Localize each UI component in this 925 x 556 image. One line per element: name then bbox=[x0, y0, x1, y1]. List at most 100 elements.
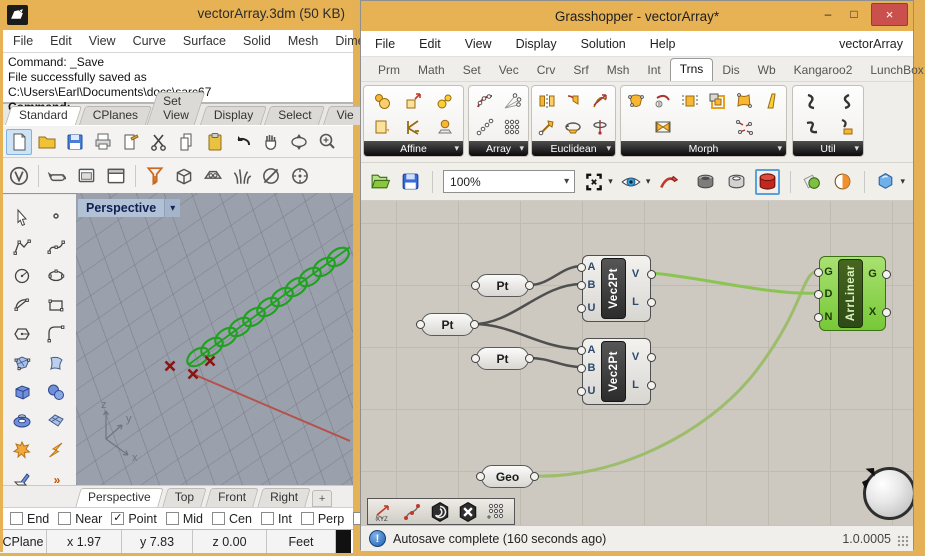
annotate-button[interactable] bbox=[118, 129, 144, 155]
output-port[interactable] bbox=[525, 354, 534, 363]
render-teapot-button[interactable] bbox=[45, 163, 71, 189]
output-port-g[interactable] bbox=[882, 270, 891, 279]
circle-tool-icon[interactable] bbox=[8, 263, 35, 289]
toolbar-tab-setview[interactable]: Set View bbox=[152, 92, 200, 125]
group-expand-icon[interactable]: ▾ bbox=[854, 143, 859, 154]
perspective-viewport[interactable]: Perspective ▾ bbox=[76, 193, 353, 485]
toolbar-tab-cplanes[interactable]: CPlanes bbox=[82, 106, 149, 125]
input-port-b[interactable] bbox=[577, 281, 586, 290]
osnap-point-checkbox[interactable]: ✓ bbox=[111, 512, 124, 525]
save-document-button[interactable] bbox=[399, 169, 422, 195]
tab-vec[interactable]: Vec bbox=[490, 60, 528, 81]
osnap-mid-checkbox[interactable] bbox=[166, 512, 179, 525]
input-port-a[interactable] bbox=[577, 346, 586, 355]
tab-prm[interactable]: Prm bbox=[369, 60, 409, 81]
viewport-title[interactable]: Perspective bbox=[78, 199, 164, 217]
util-curl1-icon[interactable] bbox=[800, 89, 824, 113]
osnap-near-checkbox[interactable] bbox=[58, 512, 71, 525]
grasshopper-titlebar[interactable]: Grasshopper - vectorArray* – □ × bbox=[361, 1, 913, 31]
affine-project-icon[interactable] bbox=[433, 115, 457, 139]
point-param-node[interactable]: Pt bbox=[476, 274, 529, 297]
input-port[interactable] bbox=[471, 354, 480, 363]
group-expand-icon[interactable]: ▾ bbox=[606, 143, 611, 154]
morph-surface-icon[interactable] bbox=[624, 89, 648, 113]
status-units[interactable]: Feet bbox=[267, 530, 336, 553]
input-port-n[interactable] bbox=[814, 313, 823, 322]
rhino-menu-surface[interactable]: Surface bbox=[183, 34, 226, 48]
geometry-param-node[interactable]: Geo bbox=[481, 465, 534, 488]
status-cplane[interactable]: CPlane bbox=[0, 530, 47, 553]
array-polar-icon[interactable] bbox=[500, 89, 524, 113]
affine-scale-nu-icon[interactable] bbox=[401, 89, 425, 113]
save-button[interactable] bbox=[62, 129, 88, 155]
vray-button[interactable] bbox=[6, 163, 32, 189]
osnap-point[interactable]: ✓Point bbox=[111, 512, 157, 526]
output-port-v[interactable] bbox=[647, 270, 656, 279]
surface-sweep-tool-icon[interactable] bbox=[42, 350, 69, 376]
rhino-menu-view[interactable]: View bbox=[89, 34, 116, 48]
tab-kangaroo2[interactable]: Kangaroo2 bbox=[785, 60, 862, 81]
funnel-tool-button[interactable] bbox=[142, 163, 168, 189]
minimize-button[interactable]: – bbox=[817, 7, 839, 25]
vector2pt-component[interactable]: A B U Vec2Pt V L bbox=[582, 255, 651, 322]
select-pointer-icon[interactable] bbox=[8, 205, 35, 231]
point-tool-icon[interactable] bbox=[42, 205, 69, 231]
toolbar-tab-viewport[interactable]: Vie bbox=[326, 106, 365, 125]
output-port[interactable] bbox=[530, 472, 539, 481]
osnap-end-checkbox[interactable] bbox=[10, 512, 23, 525]
output-port-x[interactable] bbox=[882, 308, 891, 317]
affine-rect-map-icon[interactable] bbox=[370, 115, 394, 139]
rotate-view-button[interactable] bbox=[286, 129, 312, 155]
morph-taper-icon[interactable] bbox=[759, 89, 783, 113]
toolbar-tab-standard[interactable]: Standard bbox=[8, 106, 79, 125]
group-expand-icon[interactable]: ▾ bbox=[454, 143, 459, 154]
gh-menu-edit[interactable]: Edit bbox=[419, 37, 441, 51]
sphere-solid-tool-icon[interactable] bbox=[42, 379, 69, 405]
morph-box-icon[interactable] bbox=[705, 89, 729, 113]
osnap-perp[interactable]: Perp bbox=[301, 512, 344, 526]
tab-int[interactable]: Int bbox=[638, 60, 669, 81]
tab-msh[interactable]: Msh bbox=[598, 60, 639, 81]
euclidean-mirror-icon[interactable] bbox=[535, 89, 559, 113]
osnap-near[interactable]: Near bbox=[58, 512, 102, 526]
viewport-tab-perspective[interactable]: Perspective bbox=[78, 488, 161, 507]
euclidean-move-icon[interactable] bbox=[535, 115, 559, 139]
widget-dropdown-icon[interactable]: ▾ bbox=[901, 176, 906, 187]
rhino-app-icon[interactable] bbox=[7, 5, 28, 25]
disable-widget-icon[interactable] bbox=[456, 501, 480, 523]
resize-grip[interactable] bbox=[897, 535, 909, 547]
point-param-node[interactable]: Pt bbox=[421, 313, 474, 336]
sphere-material-button[interactable] bbox=[258, 163, 284, 189]
zoom-level-combobox[interactable]: 100%▾ bbox=[443, 170, 575, 193]
point-param-node[interactable]: Pt bbox=[476, 347, 529, 370]
morph-maelstrom-icon[interactable] bbox=[732, 115, 756, 139]
input-port-a[interactable] bbox=[577, 263, 586, 272]
gh-menu-display[interactable]: Display bbox=[516, 37, 557, 51]
euclidean-rotate-icon[interactable] bbox=[561, 115, 585, 139]
osnap-cen-checkbox[interactable] bbox=[212, 512, 225, 525]
preview-off-button[interactable] bbox=[694, 169, 717, 195]
grasshopper-canvas[interactable]: Pt Pt Pt Geo A B U Vec2Pt V L bbox=[361, 201, 913, 525]
output-port[interactable] bbox=[470, 320, 479, 329]
patch-surface-tool-icon[interactable] bbox=[42, 408, 69, 434]
gh-menu-file[interactable]: File bbox=[375, 37, 395, 51]
polyline-tool-icon[interactable] bbox=[8, 234, 35, 260]
maximize-button[interactable]: □ bbox=[843, 7, 865, 25]
rectangle-tool-icon[interactable] bbox=[42, 292, 69, 318]
tab-crv[interactable]: Crv bbox=[528, 60, 565, 81]
explode-tool-icon[interactable] bbox=[8, 437, 35, 463]
gh-menu-help[interactable]: Help bbox=[650, 37, 676, 51]
grass-fur-button[interactable] bbox=[229, 163, 255, 189]
polygon-tool-icon[interactable] bbox=[8, 321, 35, 347]
tab-math[interactable]: Math bbox=[409, 60, 454, 81]
util-curl3-icon[interactable] bbox=[800, 115, 824, 139]
zoom-button[interactable] bbox=[314, 129, 340, 155]
print-button[interactable] bbox=[90, 129, 116, 155]
component-name-panel[interactable]: Vec2Pt bbox=[601, 258, 626, 319]
output-port-l[interactable] bbox=[647, 298, 656, 307]
input-port-u[interactable] bbox=[577, 387, 586, 396]
preview-wireframe-button[interactable] bbox=[724, 169, 747, 195]
array-grid-icon[interactable] bbox=[500, 115, 524, 139]
status-layer-swatch[interactable] bbox=[336, 530, 353, 553]
preview-shaded-button[interactable] bbox=[755, 169, 780, 195]
